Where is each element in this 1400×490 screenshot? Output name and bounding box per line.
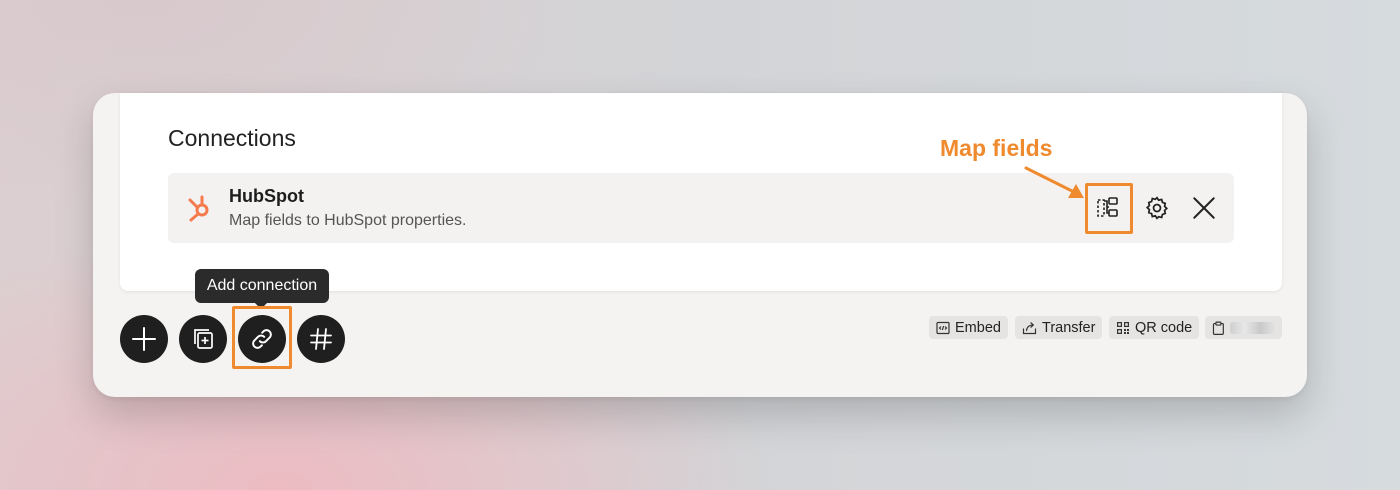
map-fields-icon	[1097, 197, 1118, 217]
clipboard-icon	[1212, 321, 1224, 335]
annotation-arrow	[1024, 166, 1084, 198]
qr-code-button[interactable]: QR code	[1109, 316, 1200, 339]
transfer-icon	[1022, 321, 1037, 334]
add-connection-button[interactable]	[238, 315, 286, 363]
add-connection-tooltip: Add connection	[195, 269, 329, 309]
transfer-label: Transfer	[1042, 319, 1096, 336]
map-fields-button[interactable]	[1091, 190, 1127, 226]
embed-label: Embed	[955, 319, 1001, 336]
connection-name: HubSpot	[229, 186, 304, 206]
redacted-link	[1229, 321, 1275, 334]
settings-button[interactable]	[1139, 190, 1175, 226]
close-icon	[1193, 197, 1215, 219]
qr-code-label: QR code	[1135, 319, 1193, 336]
qr-code-icon	[1117, 321, 1129, 334]
add-button[interactable]	[120, 315, 168, 363]
plus-icon	[132, 327, 156, 351]
connection-description: Map fields to HubSpot properties.	[229, 212, 467, 229]
remove-connection-button[interactable]	[1186, 190, 1222, 226]
hashtag-button[interactable]	[297, 315, 345, 363]
hash-icon	[310, 328, 332, 350]
duplicate-button[interactable]	[179, 315, 227, 363]
gear-icon	[1145, 196, 1169, 220]
embed-icon	[936, 321, 950, 334]
hubspot-logo-icon	[188, 195, 209, 222]
copy-link-button[interactable]	[1205, 316, 1282, 339]
section-title: Connections	[168, 125, 296, 151]
transfer-button[interactable]: Transfer	[1015, 316, 1103, 339]
annotation-label: Map fields	[940, 135, 1053, 161]
embed-button[interactable]: Embed	[929, 316, 1008, 339]
duplicate-icon	[194, 329, 213, 349]
link-icon	[252, 329, 272, 349]
